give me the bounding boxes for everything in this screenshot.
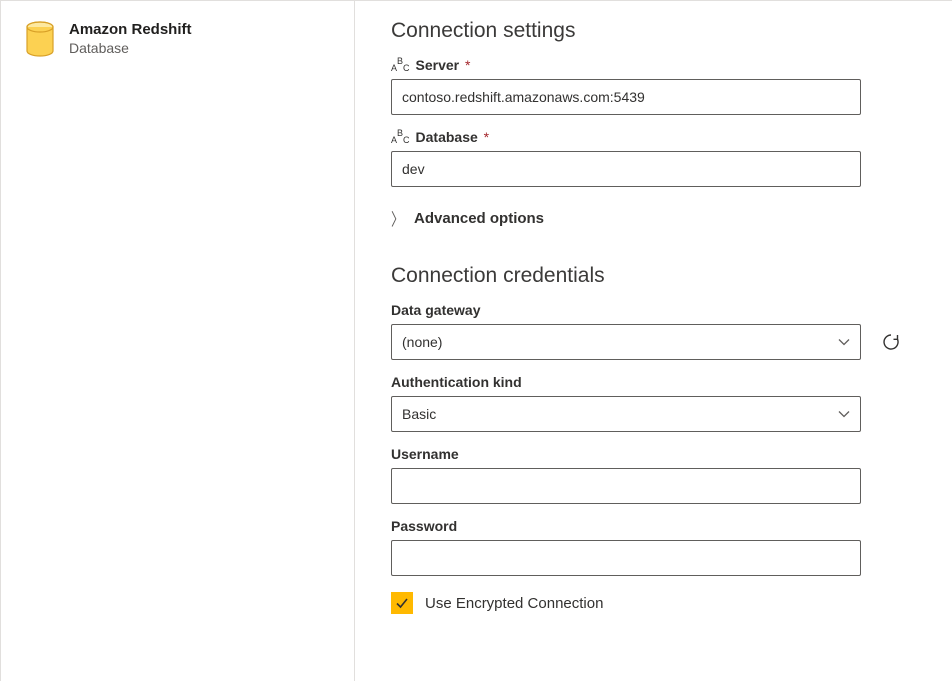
encrypted-checkbox-row: Use Encrypted Connection [391, 592, 916, 614]
encrypted-label: Use Encrypted Connection [425, 595, 603, 612]
encrypted-checkbox[interactable] [391, 592, 413, 614]
checkmark-icon [395, 596, 409, 610]
auth-select[interactable]: Basic [391, 396, 861, 432]
username-field-group: Username [391, 446, 916, 504]
connector-subtitle: Database [69, 40, 192, 56]
database-label: Database * [416, 129, 490, 145]
chevron-right-icon: 〉 [391, 206, 404, 231]
auth-value: Basic [402, 406, 436, 422]
connector-title: Amazon Redshift [69, 21, 192, 38]
gateway-value: (none) [402, 334, 442, 350]
password-label: Password [391, 518, 916, 534]
password-field-group: Password [391, 518, 916, 576]
main-panel: Connection settings ABC Server * ABC Dat… [355, 0, 952, 681]
sidebar: Amazon Redshift Database [0, 0, 355, 681]
database-icon [25, 21, 55, 59]
gateway-select[interactable]: (none) [391, 324, 861, 360]
auth-field-group: Authentication kind Basic [391, 374, 916, 432]
database-input[interactable] [391, 151, 861, 187]
refresh-icon [881, 332, 901, 352]
server-field-group: ABC Server * [391, 57, 916, 115]
credentials-heading: Connection credentials [391, 264, 916, 288]
database-field-group: ABC Database * [391, 129, 916, 187]
text-type-icon: ABC [391, 57, 410, 73]
username-input[interactable] [391, 468, 861, 504]
settings-heading: Connection settings [391, 19, 916, 43]
username-label: Username [391, 446, 916, 462]
refresh-gateway-button[interactable] [877, 328, 905, 356]
advanced-options-toggle[interactable]: 〉 Advanced options [391, 209, 916, 228]
advanced-options-label: Advanced options [414, 210, 544, 227]
password-input[interactable] [391, 540, 861, 576]
connector-item[interactable]: Amazon Redshift Database [25, 21, 338, 59]
gateway-field-group: Data gateway (none) [391, 302, 916, 360]
text-type-icon: ABC [391, 129, 410, 145]
server-label: Server * [416, 57, 471, 73]
server-input[interactable] [391, 79, 861, 115]
auth-label: Authentication kind [391, 374, 916, 390]
gateway-label: Data gateway [391, 302, 916, 318]
